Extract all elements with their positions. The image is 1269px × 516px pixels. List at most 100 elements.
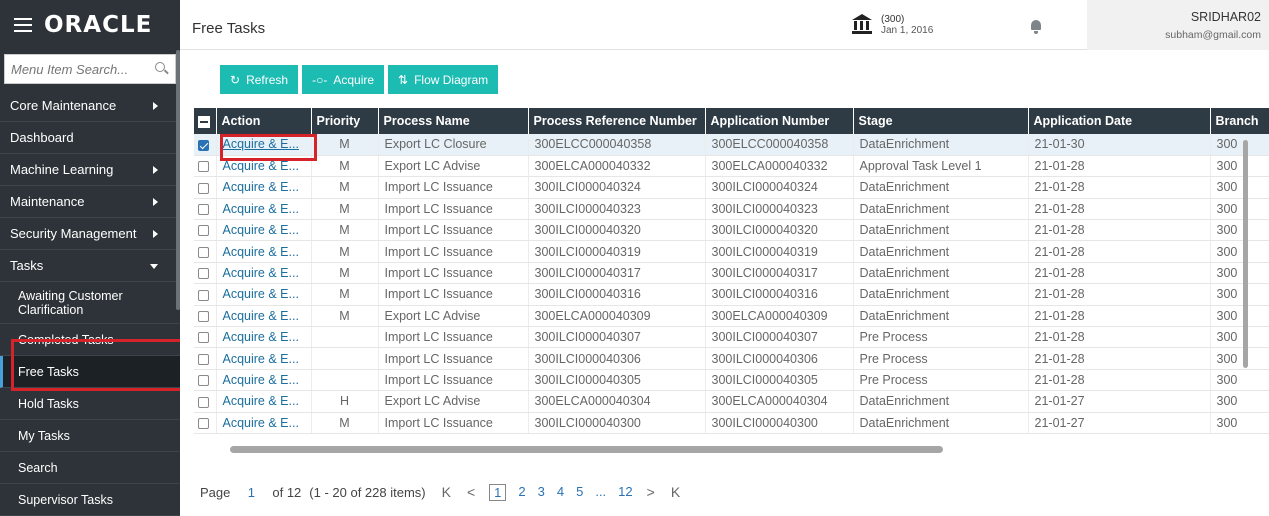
row-checkbox[interactable] bbox=[194, 219, 217, 242]
page-input[interactable]: 1 bbox=[240, 485, 262, 500]
cell-process: Import LC Issuance bbox=[378, 412, 529, 434]
table-row[interactable]: Acquire & E... Import LC Issuance 300ILCI0… bbox=[194, 369, 1269, 392]
cell-action[interactable]: Acquire & E... bbox=[216, 305, 312, 328]
row-checkbox[interactable] bbox=[194, 176, 217, 199]
table-row[interactable]: Acquire & E... Import LC Issuance 300ILCI0… bbox=[194, 326, 1269, 349]
col-header-priority[interactable]: Priority bbox=[311, 108, 379, 134]
row-checkbox[interactable] bbox=[194, 198, 217, 221]
sidebar-subitem-hold-tasks[interactable]: Hold Tasks bbox=[0, 388, 180, 420]
sidebar-subitem-supervisor-tasks[interactable]: Supervisor Tasks bbox=[0, 484, 180, 516]
branch-date: Jan 1, 2016 bbox=[881, 25, 934, 36]
prev-page-icon[interactable]: < bbox=[467, 484, 475, 500]
page-number[interactable]: 5 bbox=[576, 484, 583, 501]
table-row[interactable]: Acquire & E... M Import LC Issuance 300ILCI… bbox=[194, 240, 1269, 263]
row-checkbox[interactable] bbox=[194, 369, 217, 392]
table-row[interactable]: Acquire & E... M Import LC Issuance 300ILCI… bbox=[194, 283, 1269, 306]
bank-icon[interactable] bbox=[852, 14, 872, 34]
highlight-box-acquire bbox=[220, 134, 317, 161]
cell-app: 300ILCI000040317 bbox=[705, 262, 854, 285]
user-info[interactable]: SRIDHAR02 subham@gmail.com bbox=[1087, 0, 1269, 50]
sidebar-subitem-my-tasks[interactable]: My Tasks bbox=[0, 420, 180, 452]
col-header-action[interactable]: Action bbox=[216, 108, 312, 134]
table-row[interactable]: Acquire & E... M Export LC Advise 300ELCA00… bbox=[194, 155, 1269, 178]
table-row[interactable]: Acquire & E... Import LC Issuance 300ILCI0… bbox=[194, 347, 1269, 370]
row-checkbox[interactable] bbox=[194, 305, 217, 328]
flow-diagram-button[interactable]: ⇅ Flow Diagram bbox=[388, 65, 499, 94]
cell-date: 21-01-28 bbox=[1028, 326, 1211, 349]
vertical-scrollbar[interactable] bbox=[1243, 140, 1248, 368]
page-number[interactable]: 4 bbox=[557, 484, 564, 501]
sidebar-subitem-search[interactable]: Search bbox=[0, 452, 180, 484]
search-icon[interactable] bbox=[155, 62, 169, 76]
cell-app: 300ILCI000040300 bbox=[705, 412, 854, 434]
cell-priority: M bbox=[311, 176, 379, 199]
cell-action[interactable]: Acquire & E... bbox=[216, 369, 312, 392]
hamburger-menu-icon[interactable] bbox=[14, 18, 32, 32]
cell-action[interactable]: Acquire & E... bbox=[216, 412, 312, 434]
col-header-process-ref[interactable]: Process Reference Number bbox=[528, 108, 706, 134]
table-row[interactable]: Acquire & E... M Export LC Advise 300ELCA00… bbox=[194, 305, 1269, 328]
cell-ref: 300ILCI000040320 bbox=[528, 219, 706, 242]
sidebar-item-dashboard[interactable]: Dashboard bbox=[0, 122, 180, 154]
cell-action[interactable]: Acquire & E... bbox=[216, 283, 312, 306]
cell-priority: M bbox=[311, 412, 379, 434]
menu-search-input[interactable] bbox=[11, 61, 151, 77]
row-checkbox[interactable] bbox=[194, 262, 217, 285]
row-checkbox[interactable] bbox=[194, 134, 217, 156]
sidebar-item-tasks[interactable]: Tasks bbox=[0, 250, 180, 282]
table-header-row: Action Priority Process Name Process Ref… bbox=[194, 108, 1269, 134]
cell-stage: Pre Process bbox=[853, 369, 1029, 392]
top-header: Free Tasks (300) Jan 1, 2016 SRIDHAR02 s… bbox=[180, 0, 1269, 50]
sidebar-item-maintenance[interactable]: Maintenance bbox=[0, 186, 180, 218]
row-checkbox[interactable] bbox=[194, 347, 217, 370]
acquire-button[interactable]: -○- Acquire bbox=[302, 65, 385, 94]
page-number[interactable]: 1 bbox=[489, 483, 507, 501]
cell-action[interactable]: Acquire & E... bbox=[216, 347, 312, 370]
table-row[interactable]: Acquire & E... M Import LC Issuance 300ILCI… bbox=[194, 412, 1269, 434]
page-number[interactable]: ... bbox=[595, 484, 606, 501]
refresh-button[interactable]: ↻ Refresh bbox=[220, 65, 299, 94]
cell-action[interactable]: Acquire & E... bbox=[216, 198, 312, 221]
next-page-icon[interactable]: > bbox=[647, 484, 655, 500]
sidebar-item-machine-learning[interactable]: Machine Learning bbox=[0, 154, 180, 186]
cell-action[interactable]: Acquire & E... bbox=[216, 219, 312, 242]
cell-app: 300ILCI000040323 bbox=[705, 198, 854, 221]
first-page-icon[interactable]: K bbox=[442, 484, 451, 500]
col-header-branch[interactable]: Branch bbox=[1210, 108, 1269, 134]
row-checkbox[interactable] bbox=[194, 283, 217, 306]
col-header-stage[interactable]: Stage bbox=[853, 108, 1029, 134]
cell-action[interactable]: Acquire & E... bbox=[216, 390, 312, 413]
table-row[interactable]: Acquire & E... M Import LC Issuance 300ILCI… bbox=[194, 219, 1269, 242]
col-header-process-name[interactable]: Process Name bbox=[378, 108, 529, 134]
cell-action[interactable]: Acquire & E... bbox=[216, 326, 312, 349]
row-checkbox[interactable] bbox=[194, 390, 217, 413]
sidebar-item-security-management[interactable]: Security Management bbox=[0, 218, 180, 250]
cell-action[interactable]: Acquire & E... bbox=[216, 262, 312, 285]
sidebar-item-core-maintenance[interactable]: Core Maintenance bbox=[0, 90, 180, 122]
table-row[interactable]: Acquire & E... M Export LC Closure 300ELCC0… bbox=[194, 134, 1269, 156]
sidebar-item-label: Maintenance bbox=[10, 194, 85, 209]
cell-branch: 300 bbox=[1210, 347, 1269, 370]
page-number[interactable]: 2 bbox=[518, 484, 525, 501]
select-all-checkbox[interactable] bbox=[194, 108, 217, 134]
table-row[interactable]: Acquire & E... M Import LC Issuance 300ILCI… bbox=[194, 198, 1269, 221]
pagination: Page 1 of 12 (1 - 20 of 228 items) K < 1… bbox=[200, 482, 688, 502]
row-checkbox[interactable] bbox=[194, 155, 217, 178]
cell-action[interactable]: Acquire & E... bbox=[216, 176, 312, 199]
table-row[interactable]: Acquire & E... M Import LC Issuance 300ILCI… bbox=[194, 262, 1269, 285]
table-row[interactable]: Acquire & E... H Export LC Advise 300ELCA00… bbox=[194, 390, 1269, 413]
cell-stage: DataEnrichment bbox=[853, 176, 1029, 199]
last-page-icon[interactable]: K bbox=[671, 484, 680, 500]
horizontal-scrollbar[interactable] bbox=[230, 446, 943, 453]
col-header-app-date[interactable]: Application Date bbox=[1028, 108, 1211, 134]
table-row[interactable]: Acquire & E... M Import LC Issuance 300ILCI… bbox=[194, 176, 1269, 199]
col-header-app-number[interactable]: Application Number bbox=[705, 108, 854, 134]
page-number[interactable]: 12 bbox=[618, 484, 632, 501]
sidebar-subitem-awaiting-customer-clarification[interactable]: Awaiting Customer Clarification bbox=[0, 282, 180, 324]
row-checkbox[interactable] bbox=[194, 326, 217, 349]
cell-action[interactable]: Acquire & E... bbox=[216, 240, 312, 263]
row-checkbox[interactable] bbox=[194, 240, 217, 263]
row-checkbox[interactable] bbox=[194, 412, 217, 434]
bell-icon[interactable] bbox=[1030, 20, 1042, 34]
page-number[interactable]: 3 bbox=[538, 484, 545, 501]
